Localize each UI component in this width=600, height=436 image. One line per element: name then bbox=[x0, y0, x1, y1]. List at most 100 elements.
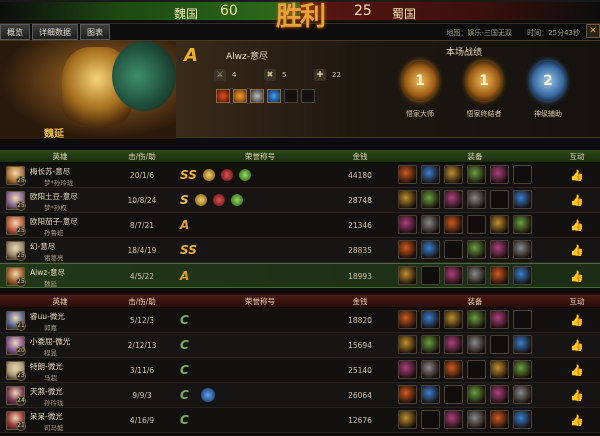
equipment-slot[interactable] bbox=[490, 240, 509, 259]
equipment-slot[interactable] bbox=[490, 385, 509, 404]
table-row[interactable]: 25 梅长苏-意尽 梦*孙玲珑 20/1/6 SS 44180 👍 bbox=[0, 163, 600, 188]
equipment-slot[interactable] bbox=[467, 266, 486, 285]
equipment-slot[interactable] bbox=[490, 335, 509, 354]
equipment-slot[interactable] bbox=[467, 190, 486, 209]
equipment-slot[interactable] bbox=[444, 215, 463, 234]
equipment-slot[interactable] bbox=[467, 410, 486, 429]
equipment-slot[interactable] bbox=[398, 385, 417, 404]
tab-charts[interactable]: 图表 bbox=[80, 24, 110, 40]
like-icon[interactable]: 👍 bbox=[570, 339, 584, 352]
equipment-slot[interactable] bbox=[398, 310, 417, 329]
equipment-slot[interactable] bbox=[444, 190, 463, 209]
rank-badge: C bbox=[180, 363, 189, 377]
equipment-slot[interactable] bbox=[398, 190, 417, 209]
equipment-slot[interactable] bbox=[444, 360, 463, 379]
table-row[interactable]: 21 睿uu-微光 郭嘉 5/12/3 C 18820 👍 bbox=[0, 308, 600, 333]
player-name: Alwz-意尽 bbox=[226, 52, 268, 62]
equipment-slot[interactable] bbox=[398, 165, 417, 184]
like-icon[interactable]: 👍 bbox=[570, 314, 584, 327]
equipment-slot[interactable] bbox=[490, 266, 509, 285]
equipment-slot[interactable] bbox=[513, 165, 532, 184]
equipment-slot[interactable] bbox=[490, 165, 509, 184]
equipment-slot[interactable] bbox=[398, 215, 417, 234]
equipment-slot[interactable] bbox=[421, 385, 440, 404]
equipment-slot[interactable] bbox=[421, 215, 440, 234]
equipment-slot[interactable] bbox=[467, 240, 486, 259]
equipment-slot[interactable] bbox=[398, 266, 417, 285]
equipment-slot[interactable] bbox=[421, 240, 440, 259]
equipment-slot[interactable] bbox=[398, 360, 417, 379]
kill-icon: ⚔ bbox=[214, 69, 226, 81]
table-row[interactable]: 25 Alwz-意尽 魏延 4/5/22 A 18993 👍 bbox=[0, 263, 600, 288]
equipment-slot[interactable] bbox=[513, 385, 532, 404]
equipment-slot[interactable] bbox=[490, 190, 509, 209]
equipment-slot[interactable] bbox=[444, 266, 463, 285]
equipment-slot[interactable] bbox=[490, 410, 509, 429]
item-slot[interactable] bbox=[267, 89, 281, 103]
item-slot[interactable] bbox=[301, 89, 315, 103]
equipment-slot[interactable] bbox=[467, 360, 486, 379]
like-icon[interactable]: 👍 bbox=[570, 194, 584, 207]
like-icon[interactable]: 👍 bbox=[570, 219, 584, 232]
equipment-slot[interactable] bbox=[490, 360, 509, 379]
equipment-slot[interactable] bbox=[444, 410, 463, 429]
equipment-slot[interactable] bbox=[467, 385, 486, 404]
item-slot[interactable] bbox=[250, 89, 264, 103]
equipment-slot[interactable] bbox=[421, 335, 440, 354]
equipment-slot[interactable] bbox=[444, 240, 463, 259]
equipment-slot[interactable] bbox=[444, 385, 463, 404]
tab-bar: 概览 详细数据 图表 bbox=[0, 24, 110, 40]
banner-items bbox=[216, 89, 315, 103]
player-name: 小委屈-微光 bbox=[30, 337, 71, 346]
equipment-slot[interactable] bbox=[513, 215, 532, 234]
item-slot[interactable] bbox=[284, 89, 298, 103]
kda-value: 18/4/19 bbox=[127, 246, 157, 255]
equipment-slot[interactable] bbox=[467, 215, 486, 234]
equipment-slot[interactable] bbox=[467, 310, 486, 329]
like-icon[interactable]: 👍 bbox=[570, 270, 584, 283]
honor-cell: C bbox=[180, 312, 189, 328]
equipment-slot[interactable] bbox=[513, 190, 532, 209]
equipment-slot[interactable] bbox=[398, 410, 417, 429]
col-gold: 金钱 bbox=[352, 151, 368, 161]
equipment-slot[interactable] bbox=[490, 310, 509, 329]
like-icon[interactable]: 👍 bbox=[570, 414, 584, 427]
table-row[interactable]: 25 欧阳土豆-意尽 梦*孙权 10/8/24 S 28748 👍 bbox=[0, 188, 600, 213]
equipment-slot[interactable] bbox=[513, 410, 532, 429]
equipment-slot[interactable] bbox=[421, 165, 440, 184]
close-icon[interactable]: ✕ bbox=[586, 24, 600, 38]
equipment-slot[interactable] bbox=[444, 335, 463, 354]
item-slot[interactable] bbox=[216, 89, 230, 103]
equipment-slot[interactable] bbox=[513, 310, 532, 329]
table-row[interactable]: 21 呆呆-微光 司马懿 4/16/9 C 12676 👍 bbox=[0, 408, 600, 433]
honor-cell: C bbox=[180, 412, 189, 428]
equipment-slot[interactable] bbox=[421, 310, 440, 329]
item-slot[interactable] bbox=[233, 89, 247, 103]
table-row[interactable]: 24 天煞-微光 孙玲珑 9/9/3 C 26064 👍 bbox=[0, 383, 600, 408]
like-icon[interactable]: 👍 bbox=[570, 244, 584, 257]
equipment-slot[interactable] bbox=[513, 360, 532, 379]
equipment-slot[interactable] bbox=[513, 240, 532, 259]
equipment-slot[interactable] bbox=[398, 335, 417, 354]
equipment-slot[interactable] bbox=[444, 165, 463, 184]
like-icon[interactable]: 👍 bbox=[570, 169, 584, 182]
tab-overview[interactable]: 概览 bbox=[0, 24, 30, 40]
like-icon[interactable]: 👍 bbox=[570, 364, 584, 377]
table-row[interactable]: 25 欧阳茄子-意尽 孙鲁班 8/7/21 A 21346 👍 bbox=[0, 213, 600, 238]
table-row[interactable]: 23 特朗-微光 马超 3/11/6 C 25140 👍 bbox=[0, 358, 600, 383]
equipment-slot[interactable] bbox=[444, 310, 463, 329]
table-row[interactable]: 25 幻-意尽 诸葛亮 18/4/19 SS 28835 👍 bbox=[0, 238, 600, 263]
equipment-slot[interactable] bbox=[421, 190, 440, 209]
equipment-slot[interactable] bbox=[467, 165, 486, 184]
equipment-slot[interactable] bbox=[513, 335, 532, 354]
equipment-slot[interactable] bbox=[398, 240, 417, 259]
table-row[interactable]: 20 小委屈-微光 程昱 2/12/13 C 15694 👍 bbox=[0, 333, 600, 358]
equipment-slot[interactable] bbox=[513, 266, 532, 285]
equipment-slot[interactable] bbox=[421, 266, 440, 285]
equipment-slot[interactable] bbox=[490, 215, 509, 234]
equipment-slot[interactable] bbox=[421, 410, 440, 429]
tab-details[interactable]: 详细数据 bbox=[32, 24, 78, 40]
equipment-slot[interactable] bbox=[467, 335, 486, 354]
like-icon[interactable]: 👍 bbox=[570, 389, 584, 402]
equipment-slot[interactable] bbox=[421, 360, 440, 379]
